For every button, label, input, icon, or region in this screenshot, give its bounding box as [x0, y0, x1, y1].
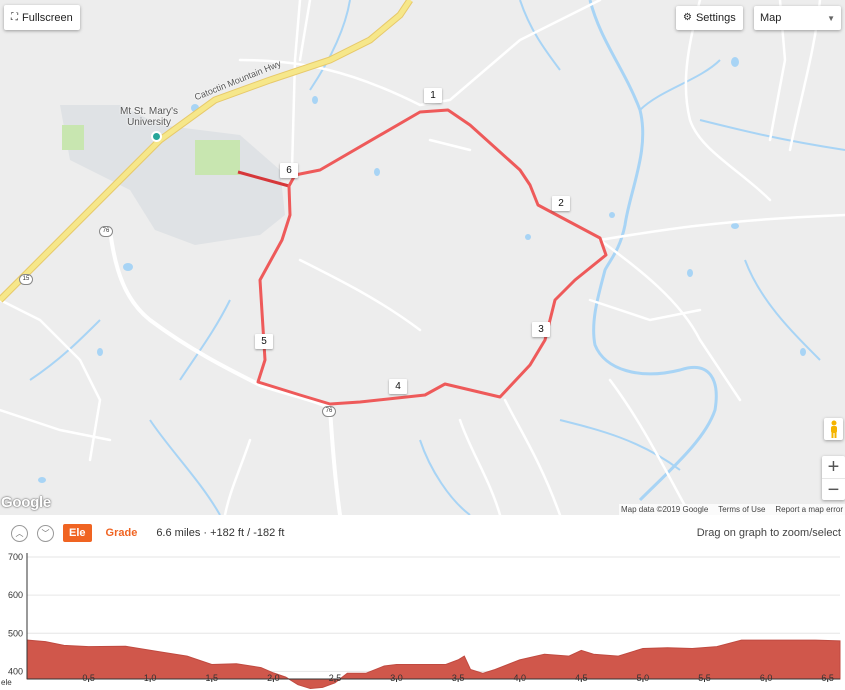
mile-marker[interactable]: 2	[552, 196, 570, 211]
x-tick-label: 0.5	[82, 673, 95, 683]
x-tick-label: 5.5	[698, 673, 711, 683]
x-tick-label: 4.0	[513, 673, 526, 683]
drag-hint: Drag on graph to zoom/select	[696, 527, 841, 539]
route-map[interactable]: Mt St. Mary's University Catoctin Mounta…	[0, 0, 845, 515]
x-tick-label: 1.0	[144, 673, 157, 683]
chevron-down-icon: ▼	[827, 13, 835, 23]
chevron-down-icon[interactable]: ﹀	[37, 524, 54, 542]
x-tick-label: 2.5	[329, 673, 342, 683]
route-stats: 6.6 miles · +182 ft / -182 ft	[156, 527, 285, 539]
map-type-select[interactable]: Map ▼	[754, 6, 841, 30]
mile-marker[interactable]: 6	[280, 163, 298, 178]
fullscreen-button[interactable]: ⛶ Fullscreen	[4, 5, 80, 30]
gear-icon: ⚙	[683, 12, 692, 23]
map-type-value: Map	[760, 12, 782, 24]
terms-link[interactable]: Terms of Use	[718, 504, 765, 515]
x-tick-label: 2.0	[267, 673, 280, 683]
map-canvas[interactable]	[0, 0, 845, 515]
y-axis-label: ele	[1, 678, 12, 687]
mile-marker[interactable]: 3	[532, 322, 550, 337]
roads	[0, 0, 845, 515]
settings-button[interactable]: ⚙ Settings	[676, 6, 743, 30]
zoom-in-button[interactable]: +	[822, 456, 845, 478]
route-shield: 76	[322, 406, 336, 417]
x-tick-label: 5.0	[637, 673, 650, 683]
tab-elevation[interactable]: Ele	[63, 524, 92, 542]
fullscreen-icon: ⛶	[11, 11, 18, 23]
x-tick-label: 6.5	[821, 673, 834, 683]
zoom-out-button[interactable]: −	[822, 478, 845, 501]
streams	[29, 0, 845, 515]
mile-marker[interactable]: 4	[389, 379, 407, 394]
mile-marker[interactable]: 1	[424, 88, 442, 103]
x-tick-label: 3.5	[452, 673, 465, 683]
x-tick-label: 1.5	[206, 673, 219, 683]
settings-label: Settings	[695, 12, 736, 24]
route-shield: 76	[99, 226, 113, 237]
route-shield: 15	[19, 274, 33, 285]
elevation-chart[interactable]: 700 600 500 400 0.5 1.0 1.5 2.0 2.5 3.0 3.5 4.0 4.5 5…	[0, 551, 845, 690]
y-tick-label: 500	[8, 628, 23, 638]
y-tick-label: 400	[8, 666, 23, 676]
y-tick-label: 600	[8, 590, 23, 600]
campus-green	[195, 140, 240, 175]
elevation-toolbar: ︿ ﹀ Ele Grade 6.6 miles · +182 ft / -182…	[0, 515, 845, 551]
fullscreen-label: Fullscreen	[22, 11, 73, 24]
place-label-text: Mt St. Mary's University	[120, 106, 179, 128]
x-tick-label: 3.0	[390, 673, 403, 683]
map-data-text: Map data ©2019 Google	[620, 505, 709, 514]
tab-grade[interactable]: Grade	[106, 527, 138, 539]
x-tick-label: 4.5	[575, 673, 588, 683]
street-view-pegman[interactable]	[824, 418, 843, 440]
chevron-up-icon[interactable]: ︿	[11, 524, 28, 542]
map-attribution: Map data ©2019 Google Terms of Use Repor…	[618, 504, 845, 515]
place-label: Mt St. Mary's University	[120, 106, 178, 128]
mile-marker[interactable]: 5	[255, 334, 273, 349]
zoom-control: + −	[822, 456, 845, 501]
report-error-link[interactable]: Report a map error	[775, 504, 843, 515]
route-line	[256, 108, 608, 406]
y-tick-label: 700	[8, 552, 23, 562]
x-tick-label: 6.0	[760, 673, 773, 683]
pegman-icon	[830, 420, 837, 438]
campus-green	[62, 125, 84, 150]
university-icon[interactable]	[151, 131, 162, 142]
google-logo: Google	[1, 494, 51, 511]
